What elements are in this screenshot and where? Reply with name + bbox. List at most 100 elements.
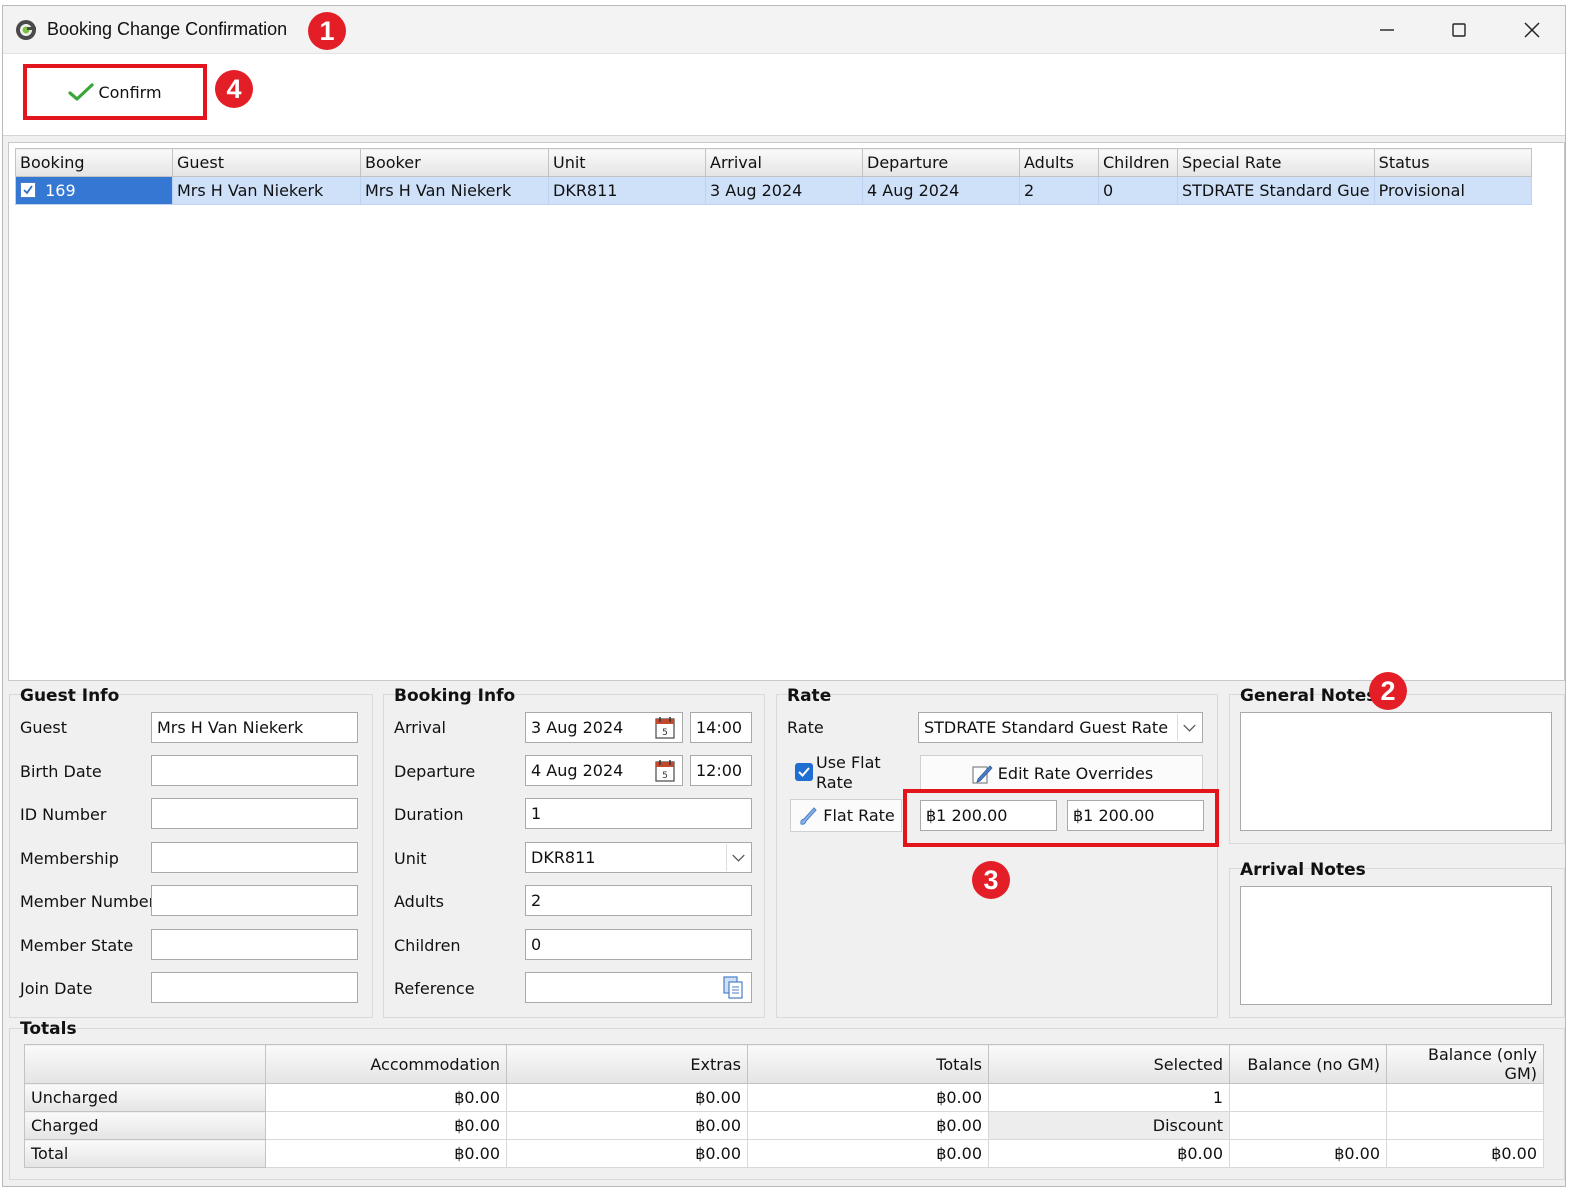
arrival-label: Arrival: [394, 718, 446, 737]
svg-text:5: 5: [662, 728, 668, 738]
member-number-field[interactable]: [151, 885, 358, 916]
status-cell[interactable]: Provisional: [1373, 176, 1532, 205]
maximize-icon[interactable]: [1445, 16, 1473, 44]
dropdown-arrow-icon[interactable]: [726, 844, 750, 871]
booker-cell[interactable]: Mrs H Van Niekerk: [360, 176, 549, 205]
use-flat-rate-label: Use Flat Rate: [816, 753, 881, 793]
children-field[interactable]: 0: [525, 929, 752, 960]
copy-icon[interactable]: [721, 975, 745, 1001]
confirm-button[interactable]: Confirm: [23, 64, 207, 120]
unit-select-value: DKR811: [531, 848, 596, 867]
use-flat-rate-label-line2: Rate: [816, 773, 853, 792]
flat-rate-button-label: Flat Rate: [823, 806, 895, 825]
column-header: Extras: [506, 1044, 748, 1084]
edit-rate-overrides-button[interactable]: Edit Rate Overrides: [920, 755, 1203, 792]
column-header[interactable]: Arrival: [705, 148, 863, 177]
calendar-icon[interactable]: 5: [654, 716, 676, 740]
balance-only-gm-cell: ฿0.00: [1386, 1139, 1544, 1168]
balance-only-gm-cell: [1386, 1111, 1544, 1140]
row-header: Charged: [24, 1111, 266, 1140]
adults-field[interactable]: 2: [525, 885, 752, 916]
arrival-cell[interactable]: 3 Aug 2024: [705, 176, 863, 205]
member-state-field[interactable]: [151, 929, 358, 960]
guest-label: Guest: [20, 718, 67, 737]
use-flat-rate-checkbox[interactable]: [795, 763, 813, 781]
departure-date-field[interactable]: 4 Aug 2024 5: [525, 755, 683, 786]
children-cell[interactable]: 0: [1098, 176, 1178, 205]
edit-icon: [972, 764, 993, 784]
totals-title: Totals: [20, 1019, 77, 1039]
selected-cell: ฿0.00: [988, 1139, 1230, 1168]
selected-cell: 1: [988, 1083, 1230, 1112]
flat-rate-button[interactable]: Flat Rate: [790, 799, 902, 832]
row-checkbox[interactable]: [20, 182, 36, 198]
reference-field[interactable]: [525, 972, 752, 1003]
column-header: Selected: [988, 1044, 1230, 1084]
adults-label: Adults: [394, 892, 445, 911]
booking-change-window: Booking Change Confirmation 1 Confirm 4: [2, 5, 1566, 1187]
guest-cell[interactable]: Mrs H Van Niekerk: [172, 176, 361, 205]
dropdown-arrow-icon[interactable]: [1177, 714, 1201, 741]
membership-label: Membership: [20, 849, 119, 868]
column-header: Accommodation: [265, 1044, 507, 1084]
column-header: Balance (no GM): [1229, 1044, 1387, 1084]
confirm-button-label: Confirm: [98, 82, 162, 102]
column-header[interactable]: Departure: [862, 148, 1020, 177]
rate-select[interactable]: STDRATE Standard Guest Rate: [918, 712, 1203, 743]
extras-cell: ฿0.00: [506, 1083, 748, 1112]
departure-label: Departure: [394, 762, 476, 781]
arrival-notes-field[interactable]: [1240, 886, 1552, 1005]
unit-cell[interactable]: DKR811: [548, 176, 706, 205]
column-header: [24, 1044, 266, 1084]
minimize-icon[interactable]: [1373, 16, 1401, 44]
checkmark-icon: [23, 185, 33, 195]
membership-field[interactable]: [151, 842, 358, 873]
arrival-time-field[interactable]: 14:00: [690, 712, 752, 743]
general-notes-field[interactable]: [1240, 712, 1552, 831]
join-date-field[interactable]: [151, 972, 358, 1003]
close-icon[interactable]: [1518, 16, 1546, 44]
arrival-date-field[interactable]: 3 Aug 2024 5: [525, 712, 683, 743]
totals-cell: ฿0.00: [747, 1139, 989, 1168]
member-state-label: Member State: [20, 936, 134, 955]
column-header[interactable]: Unit: [548, 148, 706, 177]
column-header[interactable]: Booker: [360, 148, 549, 177]
rate-select-value: STDRATE Standard Guest Rate: [924, 718, 1169, 737]
booking-number: 169: [45, 181, 76, 200]
column-header[interactable]: Children: [1098, 148, 1178, 177]
table-row[interactable]: 169 Mrs H Van Niekerk Mrs H Van Niekerk …: [15, 176, 1532, 205]
adults-cell[interactable]: 2: [1019, 176, 1099, 205]
arrival-notes-title: Arrival Notes: [1240, 860, 1366, 880]
arrival-date-value: 3 Aug 2024: [531, 718, 624, 737]
unit-select[interactable]: DKR811: [525, 842, 752, 873]
column-header[interactable]: Booking: [15, 148, 173, 177]
brush-icon: [800, 806, 817, 825]
balance-only-gm-cell: [1386, 1083, 1544, 1112]
totals-cell: ฿0.00: [747, 1111, 989, 1140]
guest-field[interactable]: Mrs H Van Niekerk: [151, 712, 358, 743]
booking-cell[interactable]: 169: [15, 176, 173, 205]
bookings-grid: Booking Guest Booker Unit Arrival Depart…: [8, 142, 1565, 681]
id-number-field[interactable]: [151, 798, 358, 829]
departure-cell[interactable]: 4 Aug 2024: [862, 176, 1020, 205]
special-rate-cell[interactable]: STDRATE Standard Gue: [1177, 176, 1375, 205]
birth-date-field[interactable]: [151, 755, 358, 786]
annotation-badge-3: 3: [972, 861, 1010, 899]
totals-header-row: Accommodation Extras Totals Selected Bal…: [24, 1044, 1544, 1084]
column-header[interactable]: Status: [1373, 148, 1532, 177]
column-header: Balance (only GM): [1386, 1044, 1544, 1084]
annotation-badge-2: 2: [1369, 672, 1407, 710]
column-header[interactable]: Guest: [172, 148, 361, 177]
column-header: Totals: [747, 1044, 989, 1084]
totals-table: Accommodation Extras Totals Selected Bal…: [24, 1044, 1544, 1168]
table-row: Uncharged ฿0.00 ฿0.00 ฿0.00 1: [24, 1083, 1544, 1112]
calendar-icon[interactable]: 5: [654, 759, 676, 783]
column-header[interactable]: Special Rate: [1177, 148, 1375, 177]
departure-time-field[interactable]: 12:00: [690, 755, 752, 786]
row-header: Total: [24, 1139, 266, 1168]
bookings-table: Booking Guest Booker Unit Arrival Depart…: [15, 148, 1532, 205]
app-logo-icon: [16, 20, 36, 40]
duration-field[interactable]: 1: [525, 798, 752, 829]
column-header[interactable]: Adults: [1019, 148, 1099, 177]
general-notes-title: General Notes: [1240, 686, 1377, 706]
